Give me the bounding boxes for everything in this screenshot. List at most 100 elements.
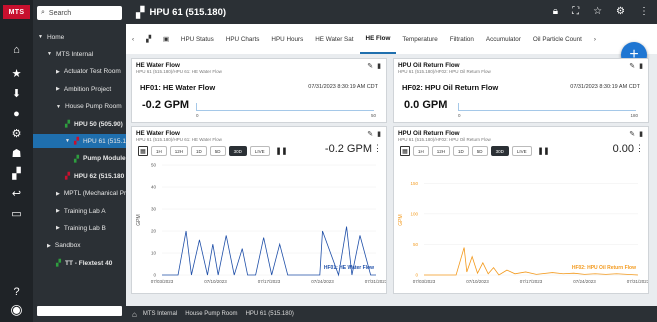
range-button-12h[interactable]: 12H <box>431 146 451 156</box>
calendar-icon[interactable]: ▦ <box>138 146 148 156</box>
user-icon[interactable]: ● <box>9 106 24 121</box>
favorite-star-icon[interactable]: ☆ <box>593 6 602 17</box>
logout-icon[interactable]: ↩ <box>9 186 24 201</box>
tree-item[interactable]: ▶ Sandbox <box>33 239 126 253</box>
expand-right-icon[interactable]: ▶ <box>56 225 60 231</box>
fullscreen-icon[interactable]: ⛶ <box>572 6 579 17</box>
tree-item[interactable]: ▞ TT - Flextest 40 <box>33 256 126 270</box>
expand-down-icon[interactable]: ▼ <box>65 138 70 144</box>
range-button-1h[interactable]: 1H <box>413 146 429 156</box>
pause-icon[interactable]: ❚❚ <box>276 147 288 155</box>
tab-temperature[interactable]: Temperature <box>396 24 443 54</box>
breadcrumb: ⌂ MTS Internal House Pump Room HPU 61 (515… <box>126 306 657 322</box>
tree-item[interactable]: ▞ Pump Modules <box>33 152 126 166</box>
account-icon[interactable]: ◉ <box>9 301 24 317</box>
tree-item-label: HPU 62 (515.180 <box>74 172 125 180</box>
tree-item[interactable]: ▞ HPU 50 (505.90) <box>33 117 126 131</box>
delete-icon[interactable]: ▮ <box>639 62 643 70</box>
tab-accumulator[interactable]: Accumulator <box>480 24 527 54</box>
tab-he-water-sat[interactable]: HE Water Sat <box>309 24 359 54</box>
y-tick-label: 150 <box>410 181 418 186</box>
asset-icon: ▞ <box>74 155 79 163</box>
range-button-live[interactable]: LIVE <box>249 146 270 156</box>
tree-item[interactable]: ▼ Home <box>33 30 126 44</box>
tree-item[interactable]: ▼ House Pump Room <box>33 100 126 114</box>
tab-scroll-right[interactable]: › <box>588 24 602 54</box>
tab-oil-particle-count[interactable]: Oil Particle Count <box>527 24 588 54</box>
oil-return-flow-chart-widget: HPU Oil Return Flow HPU 61 (515.180)/HF0… <box>393 126 649 294</box>
hierarchy-icon[interactable]: ☗ <box>9 146 24 161</box>
home-icon[interactable]: ⌂ <box>9 42 24 57</box>
tree-item[interactable]: ▶ Ambition Project <box>33 82 126 96</box>
home-icon[interactable]: ⌂ <box>132 310 137 319</box>
expand-right-icon[interactable]: ▶ <box>47 243 51 249</box>
x-tick-label: 07/03/2023 <box>413 279 436 284</box>
tree-item[interactable]: ▼▞HPU 61 (515.180 <box>33 134 126 149</box>
tree-item-label: MPTL (Mechanical Prox <box>63 190 126 198</box>
help-icon[interactable]: ? <box>9 284 24 299</box>
range-button-30d[interactable]: 30D <box>228 146 247 156</box>
more-vertical-icon[interactable]: ⋮ <box>639 6 649 17</box>
factory-icon[interactable]: ▞ <box>9 166 24 181</box>
range-toolbar: ▦ 1H 12H 1D 5D 30D LIVE ❚❚ <box>400 146 549 156</box>
range-button-5d[interactable]: 5D <box>471 146 488 156</box>
tree-item[interactable]: ▼ MTS Internal <box>33 47 126 61</box>
tab-scroll-left[interactable]: ‹ <box>126 24 140 54</box>
breadcrumb-item[interactable]: House Pump Room <box>185 311 237 317</box>
edit-icon[interactable]: ✎ <box>367 130 373 138</box>
range-button-live[interactable]: LIVE <box>511 146 532 156</box>
y-tick-label: 50 <box>151 163 157 168</box>
lock-icon[interactable]: 🔒︎ <box>553 6 558 17</box>
delete-icon[interactable]: ▮ <box>377 130 381 138</box>
delete-icon[interactable]: ▮ <box>377 62 381 70</box>
download-icon[interactable]: ⬇ <box>9 86 24 101</box>
range-button-30d[interactable]: 30D <box>490 146 509 156</box>
settings-icon[interactable]: ⚙ <box>9 126 24 141</box>
tab-factory-icon[interactable]: ▞ <box>140 24 157 54</box>
more-vertical-icon[interactable]: ⋮ <box>635 143 644 154</box>
edit-icon[interactable]: ✎ <box>629 130 635 138</box>
window-icon[interactable]: ▭ <box>9 206 24 221</box>
tab-hpu-charts[interactable]: HPU Charts <box>220 24 266 54</box>
tree-footer-input[interactable] <box>37 306 122 316</box>
value-timestamp: 07/31/2023 8:30:19 AM CDT <box>308 84 378 90</box>
current-value: 0.0 GPM <box>404 99 448 111</box>
he-water-flow-value-widget: HE Water Flow HPU 61 (515.180)/HPU 61: H… <box>131 58 387 123</box>
tree-item[interactable]: ▶MPTL (Mechanical Prox <box>33 187 126 201</box>
tab-he-flow[interactable]: HE Flow <box>359 24 397 54</box>
range-button-5d[interactable]: 5D <box>209 146 226 156</box>
expand-down-icon[interactable]: ▼ <box>47 51 52 57</box>
tree-item[interactable]: ▶ Training Lab A <box>33 204 126 218</box>
range-button-12h[interactable]: 12H <box>169 146 189 156</box>
gear-icon[interactable]: ⚙ <box>616 6 625 17</box>
tree-item[interactable]: ▶ Actuator Test Room <box>33 65 126 79</box>
x-tick-label: 07/24/2023 <box>311 279 334 284</box>
search-input[interactable]: ⌕ Search <box>37 6 122 20</box>
edit-icon[interactable]: ✎ <box>629 62 635 70</box>
pause-icon[interactable]: ❚❚ <box>538 147 550 155</box>
expand-down-icon[interactable]: ▼ <box>56 104 61 110</box>
tab-hpu-hours[interactable]: HPU Hours <box>265 24 309 54</box>
tree-item[interactable]: ▶ Training Lab B <box>33 221 126 235</box>
range-button-1d[interactable]: 1D <box>191 146 207 156</box>
breadcrumb-item[interactable]: HPU 61 (515.180) <box>246 311 294 317</box>
expand-right-icon[interactable]: ▶ <box>56 69 60 75</box>
expand-right-icon[interactable]: ▶ <box>56 86 60 92</box>
tab-filtration[interactable]: Filtration <box>444 24 480 54</box>
more-vertical-icon[interactable]: ⋮ <box>373 143 382 154</box>
star-icon[interactable]: ★ <box>9 66 24 81</box>
expand-right-icon[interactable]: ▶ <box>56 191 60 197</box>
expand-down-icon[interactable]: ▼ <box>38 34 43 40</box>
calendar-icon[interactable]: ▦ <box>400 146 410 156</box>
range-button-1d[interactable]: 1D <box>453 146 469 156</box>
delete-icon[interactable]: ▮ <box>639 130 643 138</box>
tab-folder-icon[interactable]: ▣ <box>157 24 175 54</box>
edit-icon[interactable]: ✎ <box>367 62 373 70</box>
tree-item[interactable]: ▞ HPU 62 (515.180 <box>33 169 126 183</box>
breadcrumb-item[interactable]: MTS Internal <box>143 311 177 317</box>
tab-hpu-status[interactable]: HPU Status <box>175 24 220 54</box>
expand-right-icon[interactable]: ▶ <box>56 208 60 214</box>
mts-logo: MTS <box>3 5 30 19</box>
range-button-1h[interactable]: 1H <box>151 146 167 156</box>
gauge-max: 50 <box>370 113 376 118</box>
